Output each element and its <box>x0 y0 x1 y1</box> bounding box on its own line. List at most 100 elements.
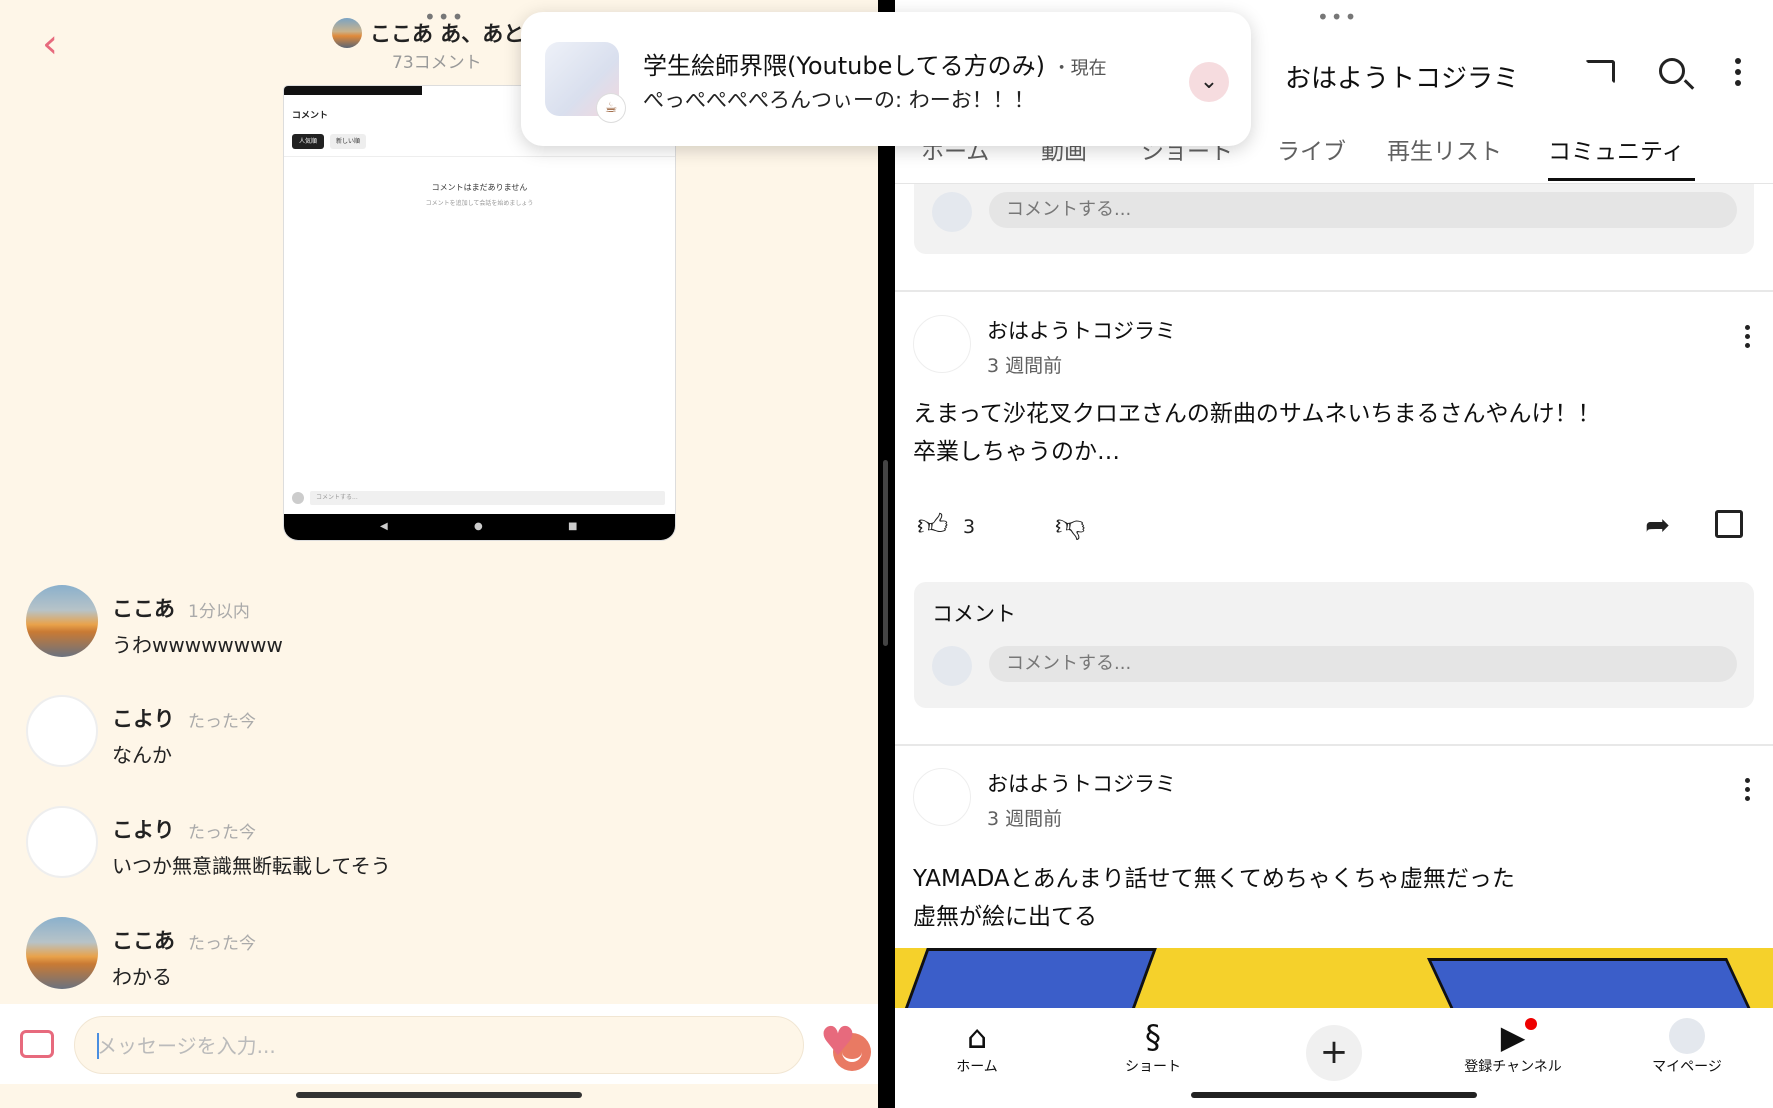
message-item: こより たった今 なんか <box>26 695 846 775</box>
create-plus-button[interactable]: + <box>1306 1025 1362 1081</box>
message-text: なんか <box>112 743 172 767</box>
message-time: たった今 <box>188 823 256 843</box>
nav-home-label: ホーム <box>956 1059 998 1075</box>
profile-avatar <box>1669 1018 1705 1054</box>
message-text: うわwwwwwwww <box>112 633 283 657</box>
dislike-icon[interactable]: 👎︎ <box>1055 508 1085 544</box>
post-text-line: 虚無が絵に出てる <box>913 904 1097 930</box>
like-icon[interactable]: 👍︎ <box>917 508 948 544</box>
screenshot-comment-title: コメント <box>292 111 329 121</box>
screenshot-input-avatar <box>292 492 304 504</box>
channel-name: おはようトコジラミ <box>1285 64 1520 94</box>
post-author[interactable]: おはようトコジラミ <box>987 768 1176 798</box>
post-menu-icon[interactable] <box>1745 778 1751 805</box>
split-divider[interactable] <box>878 0 895 1108</box>
message-input[interactable] <box>97 1031 737 1061</box>
chat-title: ここあ あ、あと <box>370 22 525 46</box>
notification-dot <box>1525 1018 1537 1030</box>
comment-box-top: コメントする... <box>914 184 1754 254</box>
post-actions: 👍︎ 3 👎︎ ➦ <box>895 508 1773 548</box>
heart-icon[interactable]: ♥ <box>820 1022 856 1062</box>
back-arrow-icon[interactable]: ‹ <box>30 22 70 66</box>
message-time: 1分以内 <box>188 602 250 622</box>
more-vert-icon[interactable] <box>1735 58 1741 88</box>
screenshot-tab-popular: 人気順 <box>292 134 324 149</box>
nav-mypage-label: マイページ <box>1652 1059 1722 1075</box>
message-composer: ♥ <box>0 1004 878 1084</box>
screenshot-nav-bar: ◀ ● ■ <box>284 514 675 540</box>
cast-icon[interactable] <box>1585 60 1615 84</box>
post-image[interactable] <box>895 948 1773 1008</box>
message-sender: こより <box>112 818 175 842</box>
youtube-pane: ••• おはようトコジラミ ホーム 動画 ショート ライブ 再生リスト コミュニ… <box>895 0 1773 1108</box>
message-time: たった今 <box>188 934 256 954</box>
message-item: こより たった今 いつか無意識無断転載してそう <box>26 806 846 886</box>
tab-playlists[interactable]: 再生リスト <box>1387 132 1502 166</box>
subscriptions-icon: ▶ <box>1453 1018 1573 1056</box>
screenshot-recents-icon: ■ <box>568 521 578 532</box>
heads-up-notification[interactable]: ☕ 学生絵師界隈(Youtubeしてる方のみ) ・現在 ぺっぺぺぺぺろんつぃーの… <box>521 12 1251 146</box>
notification-body: ぺっぺぺぺぺろんつぃーの: わーお！！！ <box>643 88 1035 112</box>
message-text: わかる <box>112 965 172 989</box>
avatar[interactable] <box>26 806 98 878</box>
avatar[interactable] <box>26 917 98 989</box>
nav-subscriptions-label: 登録チャンネル <box>1464 1059 1562 1075</box>
tab-live[interactable]: ライブ <box>1277 132 1346 166</box>
post-text: YAMADAとあんまり話せて無くてめちゃくちゃ虚無だった 虚無が絵に出てる <box>913 860 1515 936</box>
message-field[interactable] <box>74 1016 871 1074</box>
app-badge-icon: ☕ <box>597 94 625 122</box>
avatar[interactable] <box>26 585 98 657</box>
search-icon[interactable] <box>1659 58 1685 84</box>
channel-avatar[interactable] <box>913 315 971 373</box>
shared-screenshot-image[interactable]: コメント 人気順 新しい順 コメントはまだありません コメントを追加して会話を始… <box>284 86 675 540</box>
comment-count: 73コメント <box>392 53 482 73</box>
nav-mypage[interactable]: マイページ <box>1627 1018 1747 1076</box>
chevron-down-icon[interactable]: ⌄ <box>1189 62 1229 102</box>
screenshot-comment-input: コメントする... <box>310 491 665 505</box>
screenshot-home-icon: ● <box>474 521 483 532</box>
comment-input[interactable]: コメントする... <box>989 192 1737 228</box>
nav-subscriptions[interactable]: ▶ 登録チャンネル <box>1453 1018 1573 1076</box>
window-handle-dots[interactable]: ••• <box>1317 7 1358 27</box>
post-text-line: YAMADAとあんまり話せて無くてめちゃくちゃ虚無だった <box>913 866 1515 892</box>
notification-title: 学生絵師界隈(Youtubeしてる方のみ) ・現在 <box>643 46 1107 81</box>
split-screen: ••• ‹ ここあ あ、あと 73コメント コメント 人気順 新しい順 コメント… <box>0 0 1773 1108</box>
home-indicator[interactable] <box>296 1092 582 1098</box>
active-tab-indicator <box>1548 178 1695 181</box>
tab-community[interactable]: コミュニティ <box>1548 132 1685 166</box>
screenshot-back-icon: ◀ <box>380 521 388 532</box>
comment-input[interactable]: コメントする... <box>989 646 1737 682</box>
nav-home[interactable]: ⌂ ホーム <box>917 1018 1037 1076</box>
divider-handle[interactable] <box>883 460 888 646</box>
like-count: 3 <box>963 516 976 538</box>
comment-section-label: コメント <box>932 602 1016 626</box>
post-author[interactable]: おはようトコジラミ <box>987 315 1176 345</box>
user-avatar <box>932 192 972 232</box>
message-text: いつか無意識無断転載してそう <box>112 854 391 878</box>
post-menu-icon[interactable] <box>1745 325 1751 352</box>
image-attach-icon[interactable] <box>20 1030 54 1058</box>
post-date: 3 週間前 <box>987 355 1063 377</box>
post-date: 3 週間前 <box>987 808 1063 830</box>
message-time: たった今 <box>188 712 256 732</box>
screenshot-empty-title: コメントはまだありません <box>431 183 528 192</box>
image-shape <box>895 948 1157 1008</box>
post-separator <box>895 290 1773 292</box>
home-indicator[interactable] <box>1191 1092 1477 1098</box>
channel-avatar[interactable] <box>913 768 971 826</box>
shorts-icon: § <box>1145 1018 1161 1056</box>
avatar[interactable] <box>26 695 98 767</box>
screenshot-empty-sub: コメントを追加して会話を始めましょう <box>425 200 534 207</box>
nav-shorts[interactable]: § ショート <box>1093 1018 1213 1076</box>
notification-title-text: 学生絵師界隈(Youtubeしてる方のみ) <box>643 52 1045 80</box>
share-icon[interactable]: ➦ <box>1645 508 1670 543</box>
comments-icon[interactable] <box>1715 510 1743 538</box>
message-sender: ここあ <box>112 597 175 621</box>
message-item: ここあ たった今 わかる <box>26 917 846 997</box>
screenshot-divider <box>284 156 675 157</box>
message-sender: こより <box>112 707 175 731</box>
nav-shorts-label: ショート <box>1125 1059 1181 1075</box>
post-text: えまって沙花叉クロヱさんの新曲のサムネいちまるさんやんけ！！ 卒業しちゃうのか… <box>913 395 1600 471</box>
message-sender: ここあ <box>112 929 175 953</box>
user-avatar <box>932 646 972 686</box>
